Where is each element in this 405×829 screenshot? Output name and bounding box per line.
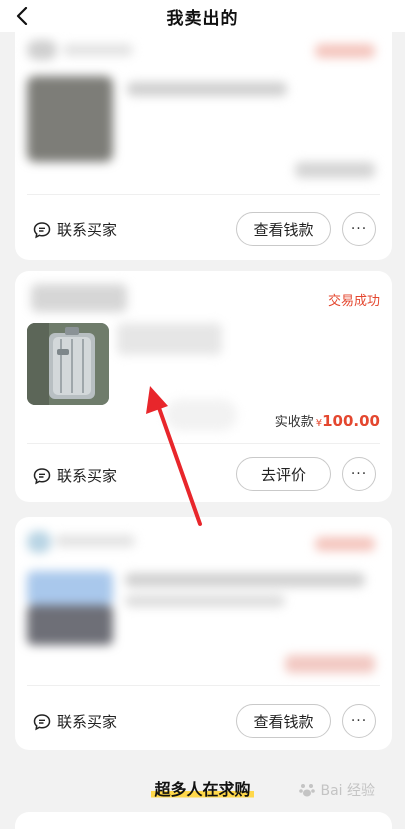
product-thumbnail[interactable]: [27, 323, 109, 405]
contact-buyer-button[interactable]: 联系买家: [33, 711, 117, 732]
view-payment-button[interactable]: 查看钱款: [236, 704, 331, 738]
order-card[interactable]: 联系买家 查看钱款 ···: [15, 32, 392, 260]
chevron-left-icon: [16, 7, 28, 25]
review-button[interactable]: 去评价: [236, 457, 331, 491]
top-nav-bar: 我卖出的: [0, 0, 405, 32]
received-amount-value: 100.00: [322, 412, 380, 430]
received-amount: 实收款 ¥ 100.00: [275, 411, 380, 430]
order-status: 交易成功: [327, 294, 380, 309]
order-card[interactable]: 联系买家 查看钱款 ···: [15, 517, 392, 750]
more-options-button[interactable]: ···: [342, 457, 376, 491]
watermark: Bai 经验: [298, 780, 375, 800]
more-options-button[interactable]: ···: [342, 212, 376, 246]
watermark-text: Bai 经验: [320, 783, 375, 799]
order-card[interactable]: 交易成功 实收款 ¥ 100.00 联系买家 去评价 ···: [15, 271, 392, 502]
view-payment-button[interactable]: 查看钱款: [236, 212, 331, 246]
page-title: 我卖出的: [166, 8, 239, 29]
suitcase-image: [27, 323, 109, 405]
contact-buyer-button[interactable]: 联系买家: [33, 465, 117, 486]
contact-buyer-button[interactable]: 联系买家: [33, 219, 117, 240]
contact-buyer-label: 联系买家: [57, 221, 118, 239]
chat-bubble-icon: [33, 467, 51, 484]
card-divider: [27, 443, 380, 444]
wanted-section-title: 超多人在求购: [151, 776, 254, 800]
paw-logo-icon: [299, 784, 316, 797]
contact-buyer-label: 联系买家: [57, 713, 118, 731]
more-options-button[interactable]: ···: [342, 704, 376, 738]
contact-buyer-label: 联系买家: [57, 467, 118, 485]
card-divider: [27, 194, 380, 195]
back-button[interactable]: [6, 0, 38, 32]
card-divider: [27, 685, 380, 686]
received-amount-label: 实收款: [274, 415, 314, 430]
chat-bubble-icon: [33, 221, 51, 238]
wanted-list-card: [15, 812, 392, 829]
chat-bubble-icon: [33, 713, 51, 730]
